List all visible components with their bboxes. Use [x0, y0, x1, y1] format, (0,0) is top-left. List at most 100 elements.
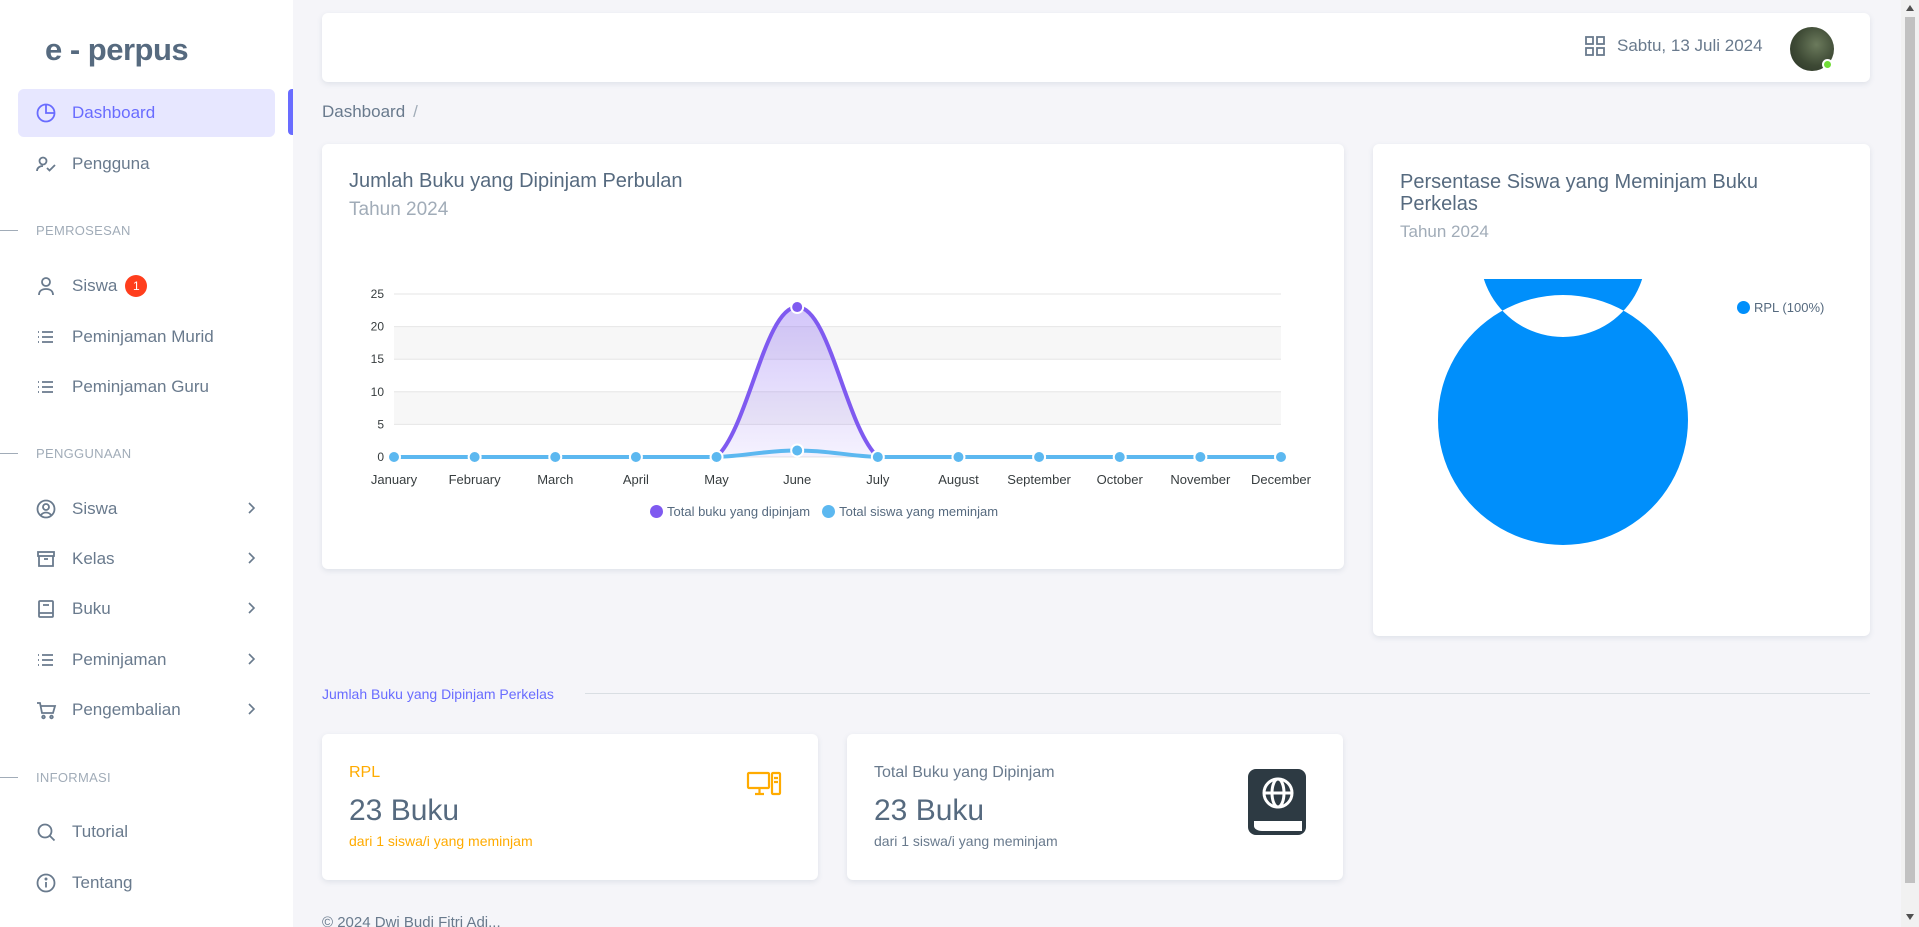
sidebar-item-dashboard[interactable]: Dashboard	[18, 89, 275, 137]
legend-item-label[interactable]: Total buku yang dipinjam	[667, 504, 810, 519]
chart-legend: Total buku yang dipinjam Total siswa yan…	[650, 504, 998, 519]
sidebar-item-label: Peminjaman Guru	[72, 377, 210, 396]
x-tick-label: January	[371, 472, 418, 487]
x-tick-label: February	[449, 472, 502, 487]
card-title: Jumlah Buku yang Dipinjam Perbulan	[349, 170, 683, 192]
x-tick-label: July	[866, 472, 890, 487]
stat-description: dari 1 siswa/i yang meminjam	[874, 833, 1058, 849]
data-point	[1193, 450, 1208, 464]
monthly-loans-card: Jumlah Buku yang Dipinjam Perbulan Tahun…	[322, 144, 1344, 569]
sidebar-item-siswa[interactable]: Siswa 1	[18, 262, 275, 310]
sidebar-item-label: Tentang	[72, 873, 133, 892]
section-penggunaan: PENGGUNAAN	[0, 443, 293, 463]
chevron-right-icon	[248, 552, 256, 564]
breadcrumb: Dashboard /	[322, 102, 418, 121]
data-point	[467, 450, 482, 464]
legend-dot	[1737, 301, 1750, 314]
footer: © 2024 Dwi Budi Fitri Adi...	[322, 914, 501, 927]
stat-label: Total Buku yang Dipinjam	[874, 764, 1055, 781]
data-point	[1112, 450, 1127, 464]
class-percentage-card: Persentase Siswa yang Meminjam Buku Perke…	[1373, 144, 1870, 636]
sidebar-item-label: Peminjaman Murid	[72, 327, 214, 346]
sidebar-item-label: Pengembalian	[72, 700, 181, 719]
grid-icon[interactable]	[1583, 34, 1607, 58]
chevron-right-icon	[248, 703, 256, 715]
data-point	[951, 450, 966, 464]
section-pemrosesan: PEMROSESAN	[0, 220, 293, 240]
cart-icon	[35, 699, 57, 721]
chevron-right-icon	[248, 653, 256, 665]
x-tick-label: April	[623, 472, 649, 487]
sidebar-item-peminjaman-guru[interactable]: Peminjaman Guru	[18, 363, 275, 411]
sidebar: e - perpus Dashboard Pengguna PEMROSESAN…	[0, 0, 293, 927]
search-icon	[35, 821, 57, 843]
online-status-dot	[1822, 59, 1833, 70]
x-tick-label: December	[1251, 472, 1312, 487]
data-point	[1032, 450, 1047, 464]
card-subtitle: Tahun 2024	[349, 199, 449, 220]
stat-label: RPL	[349, 764, 381, 781]
list-icon	[35, 326, 57, 348]
breadcrumb-current[interactable]: Dashboard	[322, 102, 405, 121]
current-date: Sabtu, 13 Juli 2024	[1617, 36, 1763, 55]
sidebar-item-peminjaman[interactable]: Peminjaman	[18, 636, 275, 684]
data-point	[1274, 450, 1288, 464]
archive-icon	[35, 548, 57, 570]
y-tick-label: 25	[371, 287, 385, 301]
top-navbar: Sabtu, 13 Juli 2024	[322, 13, 1870, 82]
sidebar-item-siswa-2[interactable]: Siswa	[18, 485, 275, 533]
donut-legend: RPL (100%)	[1737, 300, 1824, 315]
x-tick-label: October	[1097, 472, 1144, 487]
stat-value: 23 Buku	[349, 794, 460, 827]
legend-item-label[interactable]: RPL (100%)	[1754, 300, 1824, 315]
stat-value: 23 Buku	[874, 794, 985, 827]
y-tick-label: 15	[371, 352, 385, 366]
scroll-up-arrow[interactable]	[1906, 5, 1914, 11]
data-point	[790, 300, 805, 315]
y-tick-label: 10	[371, 385, 385, 399]
chevron-right-icon	[248, 502, 256, 514]
x-tick-label: May	[704, 472, 729, 487]
sidebar-item-label: Siswa	[72, 499, 118, 518]
sidebar-item-pengembalian[interactable]: Pengembalian	[18, 686, 275, 734]
y-tick-label: 20	[371, 320, 385, 334]
active-indicator	[288, 89, 293, 135]
section-divider-line	[585, 693, 1870, 694]
page-scrollbar[interactable]	[1901, 0, 1919, 927]
sidebar-item-buku[interactable]: Buku	[18, 585, 275, 633]
donut-chart	[1438, 279, 1688, 545]
sidebar-item-label: Pengguna	[72, 154, 150, 173]
scroll-down-arrow[interactable]	[1906, 914, 1914, 920]
chevron-right-icon	[248, 602, 256, 614]
sidebar-item-peminjaman-murid[interactable]: Peminjaman Murid	[18, 313, 275, 361]
stat-card-total: Total Buku yang Dipinjam 23 Buku dari 1 …	[847, 734, 1343, 880]
data-point	[628, 450, 643, 464]
sidebar-item-label: Dashboard	[72, 103, 156, 122]
legend-dot	[650, 505, 663, 518]
card-title: Persentase Siswa yang Meminjam Buku Perke…	[1400, 171, 1758, 215]
info-icon	[35, 872, 57, 894]
y-tick-label: 0	[377, 450, 384, 464]
sidebar-item-label: Siswa	[72, 276, 118, 295]
brand-logo[interactable]: e - perpus	[45, 32, 189, 68]
notification-badge: 1	[125, 275, 148, 297]
legend-item-label[interactable]: Total siswa yang meminjam	[839, 504, 998, 519]
sidebar-item-tutorial[interactable]: Tutorial	[18, 808, 275, 856]
user-check-icon	[35, 153, 57, 175]
user-icon	[35, 275, 57, 297]
chart-pie-icon	[35, 102, 57, 124]
sidebar-item-tentang[interactable]: Tentang	[18, 859, 275, 907]
sidebar-item-label: Peminjaman	[72, 650, 167, 669]
sidebar-item-kelas[interactable]: Kelas	[18, 535, 275, 583]
sidebar-item-label: Tutorial	[72, 822, 129, 841]
x-tick-label: August	[938, 472, 979, 487]
sidebar-item-label: Buku	[72, 599, 111, 618]
book-globe-icon	[1248, 769, 1306, 835]
sidebar-item-pengguna[interactable]: Pengguna	[18, 140, 275, 188]
card-subtitle: Tahun 2024	[1400, 222, 1489, 241]
scrollbar-thumb[interactable]	[1905, 17, 1915, 883]
x-tick-label: March	[537, 472, 573, 487]
legend-dot	[822, 505, 836, 518]
list-icon	[35, 376, 57, 398]
stat-description: dari 1 siswa/i yang meminjam	[349, 833, 533, 849]
